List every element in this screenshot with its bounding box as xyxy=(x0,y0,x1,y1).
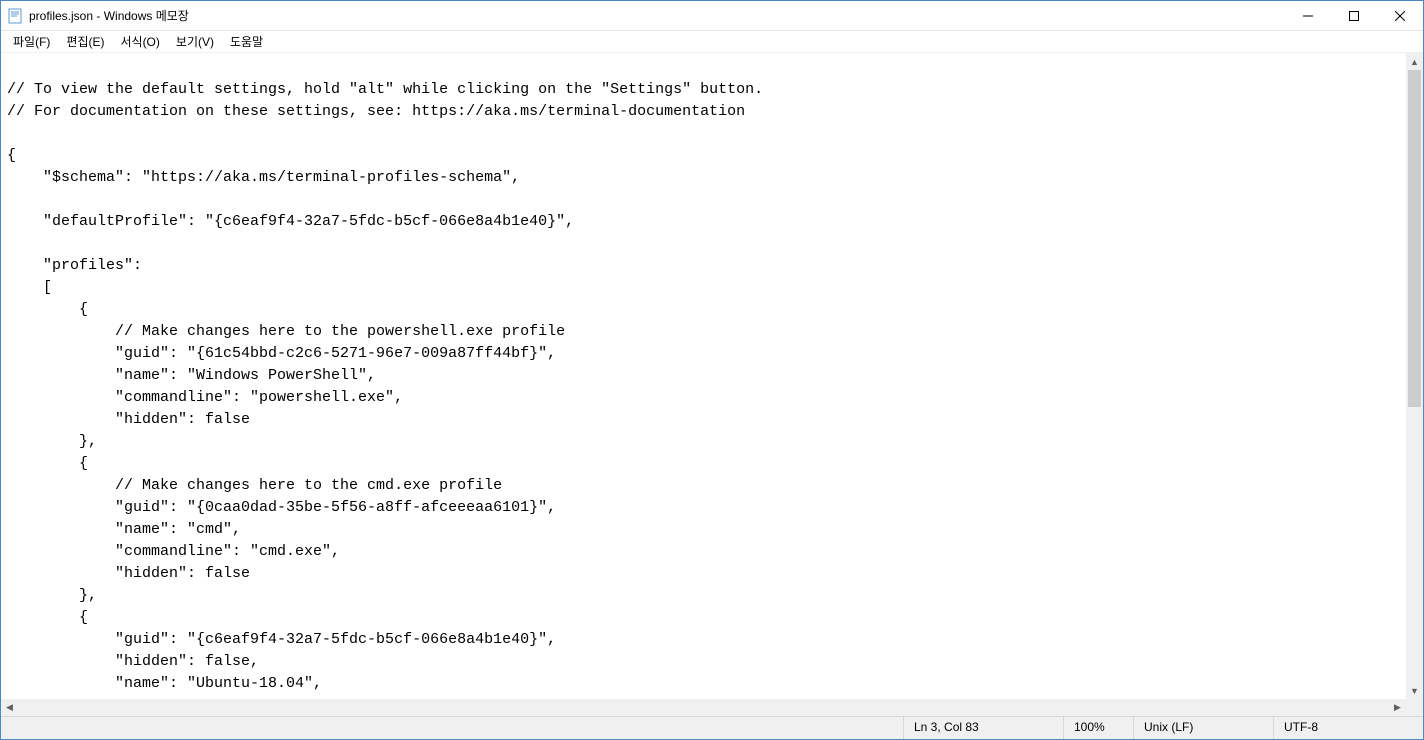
editor-area: // To view the default settings, hold "a… xyxy=(1,53,1423,716)
scroll-right-icon[interactable]: ▶ xyxy=(1389,699,1406,716)
scroll-up-icon[interactable]: ▲ xyxy=(1406,53,1423,70)
maximize-button[interactable] xyxy=(1331,1,1377,30)
hscroll-track[interactable] xyxy=(18,699,1389,716)
vertical-scrollbar[interactable]: ▲ ▼ xyxy=(1406,53,1423,699)
menu-help[interactable]: 도움말 xyxy=(222,31,271,52)
status-encoding: UTF-8 xyxy=(1273,717,1423,739)
menubar: 파일(F) 편집(E) 서식(O) 보기(V) 도움말 xyxy=(1,31,1423,53)
minimize-button[interactable] xyxy=(1285,1,1331,30)
horizontal-scrollbar[interactable]: ◀ ▶ xyxy=(1,699,1406,716)
status-position: Ln 3, Col 83 xyxy=(903,717,1063,739)
menu-format[interactable]: 서식(O) xyxy=(112,31,167,52)
scroll-down-icon[interactable]: ▼ xyxy=(1406,682,1423,699)
status-eol: Unix (LF) xyxy=(1133,717,1273,739)
vscroll-track[interactable] xyxy=(1406,70,1423,682)
text-content[interactable]: // To view the default settings, hold "a… xyxy=(1,53,1406,699)
window-title: profiles.json - Windows 메모장 xyxy=(29,7,189,24)
statusbar: Ln 3, Col 83 100% Unix (LF) UTF-8 xyxy=(1,716,1423,739)
status-spacer xyxy=(1,717,903,739)
menu-edit[interactable]: 편집(E) xyxy=(58,31,112,52)
menu-view[interactable]: 보기(V) xyxy=(168,31,222,52)
scroll-left-icon[interactable]: ◀ xyxy=(1,699,18,716)
window-controls xyxy=(1285,1,1423,30)
status-zoom: 100% xyxy=(1063,717,1133,739)
close-button[interactable] xyxy=(1377,1,1423,30)
titlebar: profiles.json - Windows 메모장 xyxy=(1,1,1423,31)
menu-file[interactable]: 파일(F) xyxy=(5,31,58,52)
app-icon xyxy=(7,8,23,24)
vscroll-thumb[interactable] xyxy=(1408,70,1421,407)
scroll-corner xyxy=(1406,699,1423,716)
